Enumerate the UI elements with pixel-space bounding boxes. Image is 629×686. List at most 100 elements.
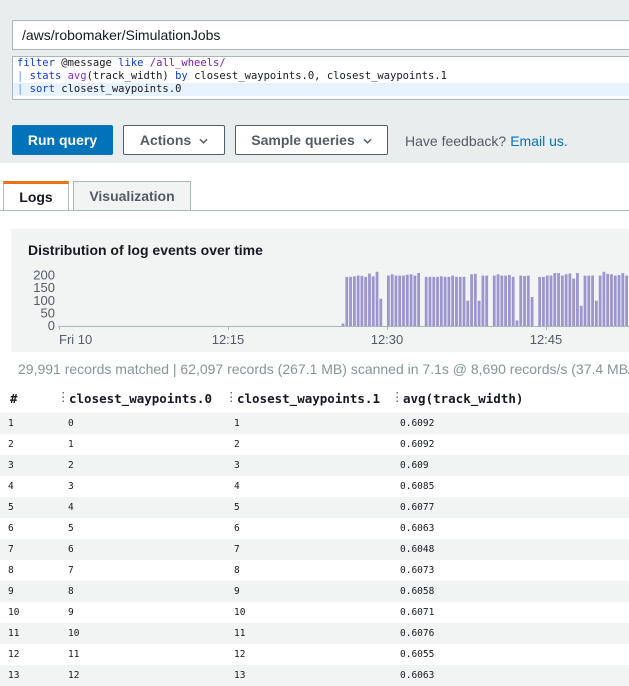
histogram-bar: [530, 297, 534, 326]
table-cell: 11: [234, 628, 246, 639]
table-cell: 13: [234, 670, 246, 681]
sample-queries-dropdown[interactable]: Sample queries: [235, 125, 388, 155]
table-cell: 13: [8, 670, 20, 681]
column-resize-handle[interactable]: ⋮: [57, 389, 70, 404]
table-cell: 2: [8, 439, 14, 450]
table-row[interactable]: 3 2 3 0.609: [0, 455, 629, 476]
histogram-bar: [519, 275, 523, 326]
histogram-bar: [591, 275, 594, 326]
table-row[interactable]: 9 8 9 0.6058: [0, 581, 629, 602]
histogram-bar: [538, 276, 542, 326]
table-cell: 7: [8, 544, 14, 555]
histogram-bar: [572, 278, 576, 326]
table-cell: 3: [234, 460, 240, 471]
col-header-index: #: [10, 391, 18, 406]
table-cell: 9: [234, 586, 240, 597]
histogram-bar: [417, 273, 421, 326]
histogram-bar: [432, 276, 436, 326]
actions-dropdown[interactable]: Actions: [123, 125, 225, 155]
query-token: sort: [29, 83, 55, 95]
histogram-bar: [466, 300, 470, 326]
query-token: /all_wheels/: [149, 57, 226, 69]
histogram-bar: [341, 323, 345, 326]
table-row[interactable]: 13 12 13 0.6063: [0, 665, 629, 686]
histogram-bar: [511, 276, 515, 326]
table-cell: 0.6077: [400, 502, 435, 513]
histogram-bar: [458, 276, 462, 326]
feedback-label: Have feedback?: [405, 133, 507, 149]
histogram-bar: [398, 275, 402, 326]
histogram-bar: [443, 276, 447, 326]
histogram-bar: [379, 298, 383, 326]
table-row[interactable]: 7 6 7 0.6048: [0, 539, 629, 560]
log-group-selector[interactable]: /aws/robomaker/SimulationJobs: [12, 20, 629, 50]
table-cell: 0: [68, 418, 74, 429]
table-row[interactable]: 2 1 2 0.6092: [0, 434, 629, 455]
histogram-bar: [545, 275, 549, 326]
email-us-link[interactable]: Email us.: [510, 133, 568, 149]
histogram-bar: [394, 275, 398, 326]
table-row[interactable]: 10 9 10 0.6071: [0, 602, 629, 623]
table-cell: 4: [234, 481, 240, 492]
histogram-bar: [405, 274, 409, 326]
table-cell: 0.6063: [400, 523, 435, 534]
query-token: (track_width): [86, 70, 169, 82]
histogram-bar: [576, 273, 579, 326]
query-editor[interactable]: filter @message like /all_wheels/ | stat…: [12, 56, 629, 100]
query-token: |: [17, 83, 24, 95]
tab-visualization[interactable]: Visualization: [73, 181, 191, 211]
histogram-bar: [402, 275, 405, 326]
table-row[interactable]: 12 11 12 0.6055: [0, 644, 629, 665]
table-row[interactable]: 8 7 8 0.6073: [0, 560, 629, 581]
col-header-waypoint-1[interactable]: closest_waypoints.1: [237, 391, 380, 406]
table-cell: 1: [68, 439, 74, 450]
histogram-bar: [560, 275, 564, 326]
histogram-bar: [447, 276, 451, 326]
table-cell: 2: [234, 439, 240, 450]
table-cell: 7: [234, 544, 240, 555]
table-row[interactable]: 5 4 5 0.6077: [0, 497, 629, 518]
histogram-bar: [409, 274, 413, 326]
x-tick-label: 12:45: [530, 332, 563, 347]
query-line-1: filter @message like /all_wheels/: [13, 57, 629, 70]
run-query-button[interactable]: Run query: [12, 125, 113, 155]
histogram-bar: [625, 275, 628, 326]
table-row[interactable]: 4 3 4 0.6085: [0, 476, 629, 497]
histogram-bar: [617, 275, 621, 326]
histogram-bar: [553, 273, 557, 326]
column-resize-handle[interactable]: ⋮: [225, 389, 238, 404]
column-resize-handle[interactable]: ⋮: [391, 389, 404, 404]
histogram-bar: [542, 276, 545, 326]
histogram-bar: [507, 275, 511, 326]
feedback-text: Have feedback? Email us.: [405, 133, 568, 149]
histogram-bar: [594, 300, 598, 326]
histogram-bar: [557, 273, 560, 326]
histogram-bar: [549, 275, 553, 326]
histogram-bar: [428, 276, 432, 326]
query-token: avg: [67, 70, 87, 82]
query-token: closest_waypoints.0: [61, 83, 182, 95]
table-cell: 2: [68, 460, 74, 471]
table-cell: 6: [234, 523, 240, 534]
query-token: like: [118, 57, 144, 69]
table-row[interactable]: 11 10 11 0.6076: [0, 623, 629, 644]
col-header-waypoint-0[interactable]: closest_waypoints.0: [69, 391, 212, 406]
col-header-avg-track-width[interactable]: avg(track_width): [403, 391, 523, 406]
table-cell: 1: [234, 418, 240, 429]
table-cell: 0.6073: [400, 565, 435, 576]
histogram-bar: [602, 271, 606, 326]
table-row[interactable]: 6 5 6 0.6063: [0, 518, 629, 539]
table-cell: 8: [8, 565, 14, 576]
table-cell: 8: [234, 565, 240, 576]
table-cell: 3: [68, 481, 74, 492]
tab-divider: [0, 210, 629, 211]
table-cell: 4: [8, 481, 14, 492]
table-cell: 4: [68, 502, 74, 513]
histogram-bar: [500, 275, 504, 326]
histogram-bar: [413, 275, 417, 326]
query-token: by: [175, 70, 188, 82]
histogram-bar: [439, 276, 443, 326]
tab-logs[interactable]: Logs: [3, 181, 69, 211]
table-row[interactable]: 1 0 1 0.6092: [0, 413, 629, 434]
histogram-bar: [451, 275, 455, 326]
